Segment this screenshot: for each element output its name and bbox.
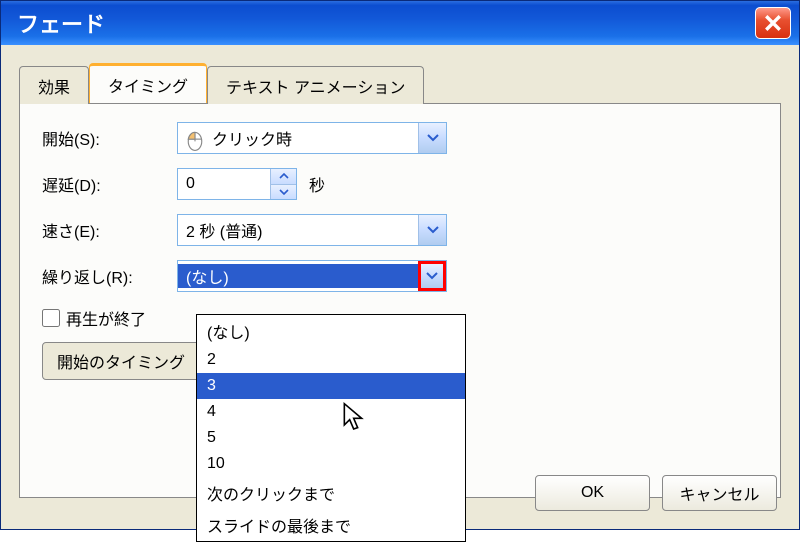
delay-row: 遅延(D): 0 秒 <box>42 168 758 200</box>
repeat-label: 繰り返し(R): <box>42 264 177 288</box>
chevron-down-icon <box>426 272 438 280</box>
repeat-option-2[interactable]: 2 <box>197 347 465 373</box>
seconds-label: 秒 <box>309 172 325 196</box>
rewind-checkbox[interactable] <box>42 309 60 327</box>
dialog-window: フェード 効果 タイミング テキスト アニメーション 開始(S): クリ <box>0 0 800 530</box>
cancel-button[interactable]: キャンセル <box>662 475 777 511</box>
repeat-option-3[interactable]: 3 <box>197 373 465 399</box>
chevron-down-icon <box>279 189 289 195</box>
dialog-content: 効果 タイミング テキスト アニメーション 開始(S): クリック時 <box>1 45 799 529</box>
repeat-option-10[interactable]: 10 <box>197 451 465 477</box>
mouse-click-icon <box>186 129 204 147</box>
delay-spin-down[interactable] <box>270 185 296 200</box>
repeat-dropdown-list: (なし) 2 3 4 5 10 次のクリックまで スライドの最後まで <box>196 314 466 542</box>
repeat-option-until-click[interactable]: 次のクリックまで <box>197 477 465 509</box>
start-combo-text: クリック時 <box>178 126 418 150</box>
delay-value: 0 <box>178 175 270 193</box>
tab-row: 効果 タイミング テキスト アニメーション <box>19 63 781 103</box>
tab-timing[interactable]: タイミング <box>89 63 207 103</box>
ok-button[interactable]: OK <box>535 475 650 511</box>
repeat-option-until-slide-end[interactable]: スライドの最後まで <box>197 509 465 541</box>
chevron-down-icon <box>427 134 439 142</box>
start-combo[interactable]: クリック時 <box>177 122 447 154</box>
repeat-combo-button[interactable] <box>418 261 446 291</box>
titlebar: フェード <box>1 1 799 45</box>
timing-panel: 開始(S): クリック時 遅延(D): 0 <box>19 103 781 498</box>
dialog-buttons: OK キャンセル <box>535 475 777 511</box>
close-button[interactable] <box>755 7 791 39</box>
repeat-row: 繰り返し(R): (なし) <box>42 260 758 292</box>
speed-label: 速さ(E): <box>42 218 177 242</box>
close-icon <box>764 14 782 32</box>
repeat-option-4[interactable]: 4 <box>197 399 465 425</box>
repeat-option-none[interactable]: (なし) <box>197 315 465 347</box>
start-value: クリック時 <box>212 126 292 150</box>
delay-label: 遅延(D): <box>42 172 177 196</box>
start-combo-button[interactable] <box>418 123 446 153</box>
trigger-timing-button[interactable]: 開始のタイミング <box>42 342 200 380</box>
delay-spin-up[interactable] <box>270 169 296 185</box>
dialog-title: フェード <box>17 7 105 39</box>
speed-combo[interactable]: 2 秒 (普通) <box>177 214 447 246</box>
rewind-checkbox-label: 再生が終了 <box>66 306 146 330</box>
delay-spinner-buttons <box>270 169 296 199</box>
chevron-up-icon <box>279 173 289 179</box>
tab-text-animation[interactable]: テキスト アニメーション <box>207 66 424 104</box>
repeat-combo[interactable]: (なし) <box>177 260 447 292</box>
speed-row: 速さ(E): 2 秒 (普通) <box>42 214 758 246</box>
speed-combo-button[interactable] <box>418 215 446 245</box>
tab-effect[interactable]: 効果 <box>19 66 89 104</box>
chevron-down-icon <box>427 226 439 234</box>
delay-spinner[interactable]: 0 <box>177 168 297 200</box>
start-row: 開始(S): クリック時 <box>42 122 758 154</box>
start-label: 開始(S): <box>42 126 177 150</box>
repeat-value: (なし) <box>178 264 418 288</box>
speed-value: 2 秒 (普通) <box>178 218 418 242</box>
repeat-option-5[interactable]: 5 <box>197 425 465 451</box>
